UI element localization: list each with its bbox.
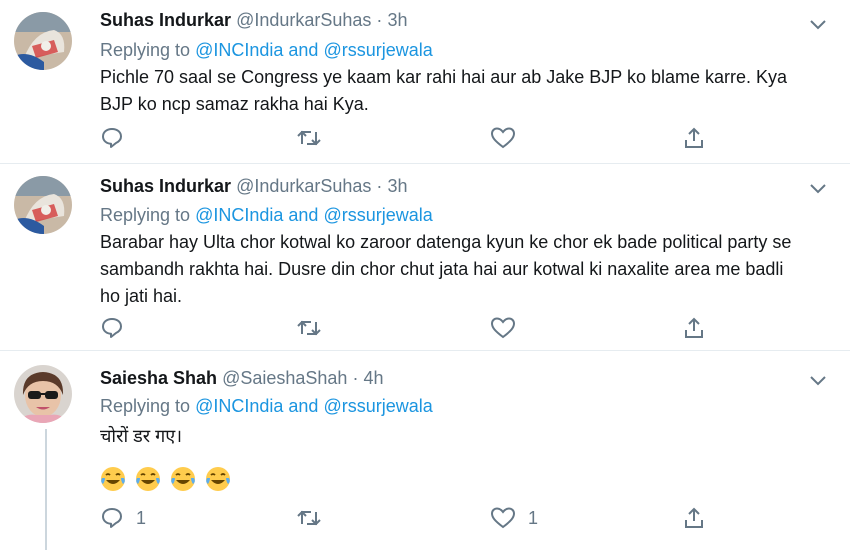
like-button[interactable] [490, 123, 528, 153]
tweet-actions: 1 1 [100, 503, 740, 533]
share-icon [685, 317, 703, 338]
tweet-text: Barabar hay Ulta chor kotwal ko zaroor d… [100, 232, 792, 306]
thread-line [45, 429, 47, 550]
reply-button[interactable]: 1 [100, 503, 146, 533]
avatar[interactable] [14, 176, 72, 234]
replying-to: Replying to @INCIndia and @rssurjewala [100, 205, 433, 226]
tweet-text: चोरों डर गए। [100, 426, 183, 446]
share-button[interactable] [682, 123, 706, 153]
separator: · [376, 176, 383, 196]
tweet-text: Pichle 70 saal se Congress ye kaam kar r… [100, 67, 788, 114]
avatar[interactable] [14, 365, 72, 423]
tweet[interactable]: Suhas Indurkar @IndurkarSuhas · 3h Reply… [0, 0, 850, 163]
reply-count: 1 [136, 507, 147, 528]
mention-conjunction: and [288, 205, 319, 225]
mention-link[interactable]: @INCIndia [195, 40, 283, 60]
mention-conjunction: and [288, 40, 319, 60]
mention-conjunction: and [288, 396, 319, 416]
replying-prefix: Replying to [100, 396, 191, 416]
tweet[interactable]: Saiesha Shah @SaieshaShah · 4h Replying … [0, 351, 850, 550]
reply-icon [102, 128, 122, 148]
mention-link[interactable]: @rssurjewala [323, 396, 432, 416]
mention-link[interactable]: @rssurjewala [323, 40, 432, 60]
mention-link[interactable]: @INCIndia [195, 396, 283, 416]
tweet-actions [100, 313, 740, 343]
chevron-down-icon[interactable] [808, 18, 828, 32]
reply-button[interactable] [100, 123, 136, 153]
author-name[interactable]: Saiesha Shah [100, 368, 217, 388]
like-icon [490, 317, 516, 339]
retweet-button[interactable] [296, 123, 322, 153]
author-handle[interactable]: @IndurkarSuhas [236, 10, 371, 30]
tears-of-joy-emoji [136, 467, 161, 492]
replying-to: Replying to @INCIndia and @rssurjewala [100, 40, 433, 61]
retweet-button[interactable] [296, 503, 322, 533]
timestamp[interactable]: 3h [387, 10, 407, 30]
tears-of-joy-emoji [171, 467, 196, 492]
author-handle[interactable]: @SaieshaShah [222, 368, 347, 388]
retweet-icon [297, 510, 321, 526]
like-icon [490, 507, 516, 529]
retweet-icon [297, 320, 321, 336]
share-button[interactable] [682, 313, 706, 343]
share-icon [685, 507, 703, 528]
mention-link[interactable]: @INCIndia [195, 205, 283, 225]
reply-icon [102, 508, 122, 528]
timestamp[interactable]: 4h [363, 368, 383, 388]
chevron-down-icon[interactable] [808, 182, 828, 196]
chevron-down-icon[interactable] [808, 374, 828, 388]
retweet-button[interactable] [296, 313, 322, 343]
tears-of-joy-emoji [206, 467, 231, 492]
avatar[interactable] [14, 12, 72, 70]
replying-to: Replying to @INCIndia and @rssurjewala [100, 396, 433, 417]
replying-prefix: Replying to [100, 205, 191, 225]
like-button[interactable] [490, 313, 528, 343]
timestamp[interactable]: 3h [387, 176, 407, 196]
separator: · [376, 10, 383, 30]
author-name[interactable]: Suhas Indurkar [100, 176, 231, 196]
retweet-icon [297, 130, 321, 146]
like-icon [490, 127, 516, 149]
share-icon [685, 127, 703, 148]
tears-of-joy-emoji [101, 467, 125, 492]
author-handle[interactable]: @IndurkarSuhas [236, 176, 371, 196]
replying-prefix: Replying to [100, 40, 191, 60]
share-button[interactable] [682, 503, 706, 533]
tweet[interactable]: Suhas Indurkar @IndurkarSuhas · 3h Reply… [0, 164, 850, 350]
mention-link[interactable]: @rssurjewala [323, 205, 432, 225]
separator: · [352, 368, 359, 388]
emoji-row [100, 465, 800, 495]
author-name[interactable]: Suhas Indurkar [100, 10, 231, 30]
like-button[interactable]: 1 [490, 503, 538, 533]
like-count: 1 [528, 507, 539, 528]
reply-icon [102, 318, 122, 338]
tweet-actions [100, 123, 740, 153]
reply-button[interactable] [100, 313, 136, 343]
